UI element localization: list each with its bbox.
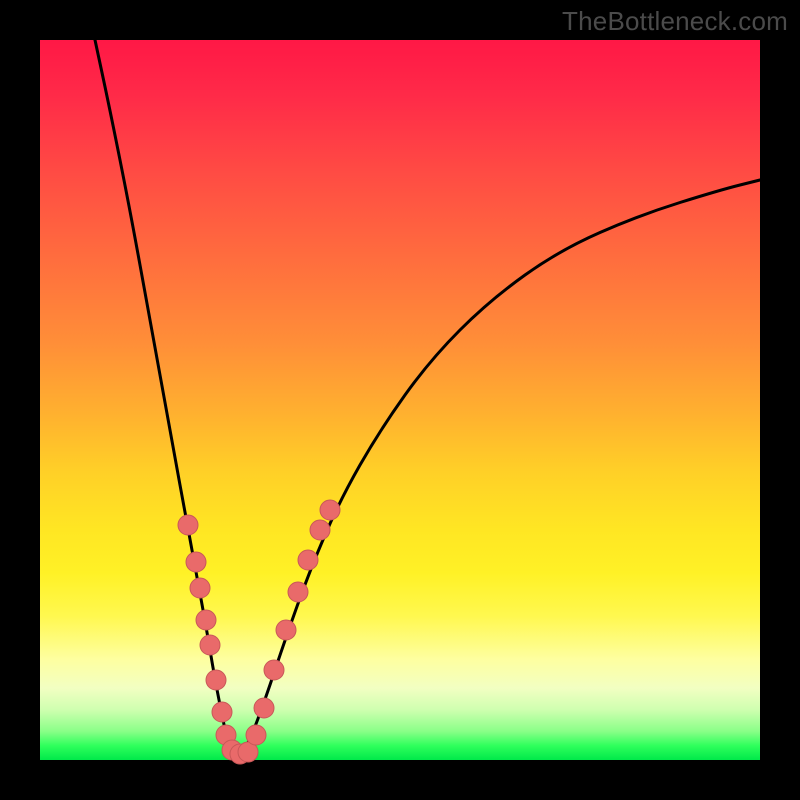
highlight-dot <box>310 520 330 540</box>
curve-right-branch <box>240 180 760 756</box>
highlight-dot <box>186 552 206 572</box>
highlight-dots-group <box>178 500 340 764</box>
highlight-dot <box>200 635 220 655</box>
highlight-dot <box>298 550 318 570</box>
highlight-dot <box>178 515 198 535</box>
curve-layer <box>40 40 760 760</box>
highlight-dot <box>288 582 308 602</box>
highlight-dot <box>276 620 296 640</box>
highlight-dot <box>264 660 284 680</box>
highlight-dot <box>206 670 226 690</box>
highlight-dot <box>190 578 210 598</box>
highlight-dot <box>254 698 274 718</box>
watermark-text: TheBottleneck.com <box>562 6 788 37</box>
highlight-dot <box>246 725 266 745</box>
highlight-dot <box>212 702 232 722</box>
chart-frame: TheBottleneck.com <box>0 0 800 800</box>
highlight-dot <box>320 500 340 520</box>
plot-area <box>40 40 760 760</box>
highlight-dot <box>196 610 216 630</box>
